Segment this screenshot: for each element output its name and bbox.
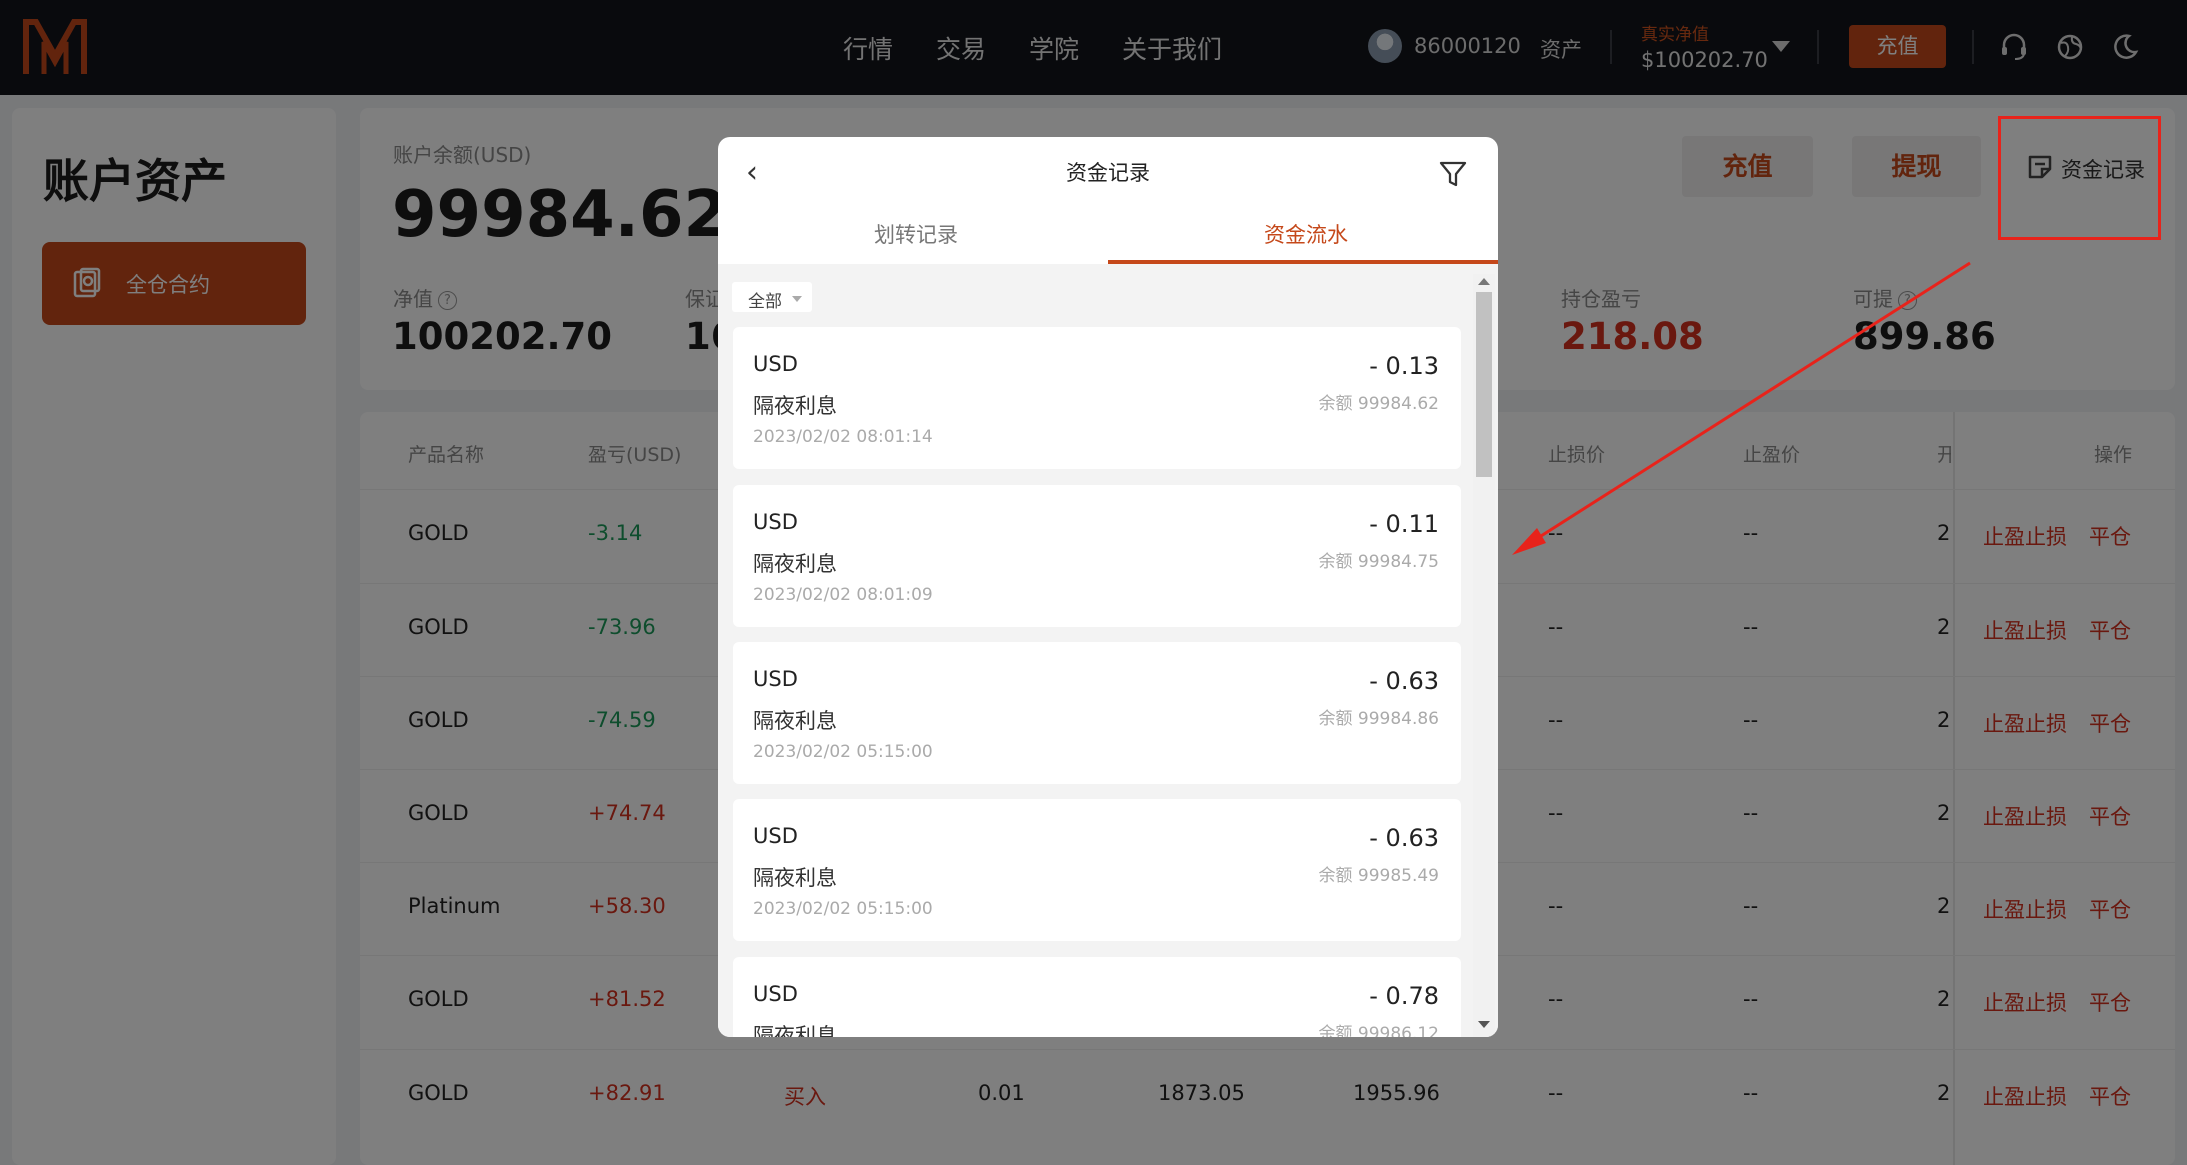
record-time: 2023/02/02 08:01:09 — [753, 585, 933, 605]
tab-fund-flow[interactable]: 资金流水 — [1264, 219, 1348, 249]
modal-title: 资金记录 — [1066, 161, 1150, 185]
fund-record-card[interactable]: USD 隔夜利息 2023/02/02 05:15:00 - 0.63 余额 99984… — [733, 642, 1461, 784]
filter-icon[interactable] — [1438, 159, 1468, 189]
type-filter-select[interactable]: 全部 — [732, 282, 812, 312]
record-balance: 余额 99984.62 — [1318, 394, 1439, 414]
record-time: 2023/02/02 05:15:00 — [753, 742, 933, 762]
record-description: 隔夜利息 — [753, 552, 837, 576]
record-balance: 余额 99984.86 — [1318, 709, 1439, 729]
record-amount: - 0.63 — [1369, 667, 1439, 695]
record-currency: USD — [753, 352, 798, 376]
fund-record-card[interactable]: USD 隔夜利息 2023/02/02 08:01:14 - 0.13 余额 99984… — [733, 327, 1461, 469]
scroll-down-arrow[interactable] — [1478, 1021, 1490, 1028]
record-currency: USD — [753, 667, 798, 691]
record-currency: USD — [753, 824, 798, 848]
record-time: 2023/02/02 08:01:14 — [753, 427, 933, 447]
record-balance: 余额 99985.49 — [1318, 866, 1439, 886]
record-amount: - 0.78 — [1369, 982, 1439, 1010]
fund-record-card[interactable]: USD 隔夜利息 2023/02/02 08:01:09 - 0.11 余额 99984… — [733, 485, 1461, 627]
record-balance: 余额 99984.75 — [1318, 552, 1439, 572]
record-time: 2023/02/02 05:15:00 — [753, 899, 933, 919]
chevron-down-icon — [792, 296, 802, 302]
record-amount: - 0.11 — [1369, 510, 1439, 538]
annotation-box — [1998, 116, 2161, 240]
record-balance: 余额 99986.12 — [1318, 1024, 1439, 1037]
tab-transfer-records[interactable]: 划转记录 — [874, 219, 958, 249]
scrollbar-thumb[interactable] — [1476, 292, 1492, 477]
record-description: 隔夜利息 — [753, 1024, 837, 1037]
scroll-up-arrow[interactable] — [1478, 278, 1490, 285]
record-currency: USD — [753, 982, 798, 1006]
record-description: 隔夜利息 — [753, 394, 837, 418]
record-currency: USD — [753, 510, 798, 534]
record-description: 隔夜利息 — [753, 709, 837, 733]
type-filter-label: 全部 — [748, 292, 782, 312]
fund-record-card[interactable]: USD 隔夜利息 2023/02/02 05:15:00 - 0.63 余额 99985… — [733, 799, 1461, 941]
record-description: 隔夜利息 — [753, 866, 837, 890]
record-amount: - 0.13 — [1369, 352, 1439, 380]
fund-records-modal: ‹ 资金记录 划转记录 资金流水 全部 USD 隔夜利息 2023/02/02 08… — [718, 137, 1498, 1037]
record-amount: - 0.63 — [1369, 824, 1439, 852]
fund-record-card[interactable]: USD 隔夜利息 - 0.78 余额 99986.12 — [733, 957, 1461, 1037]
